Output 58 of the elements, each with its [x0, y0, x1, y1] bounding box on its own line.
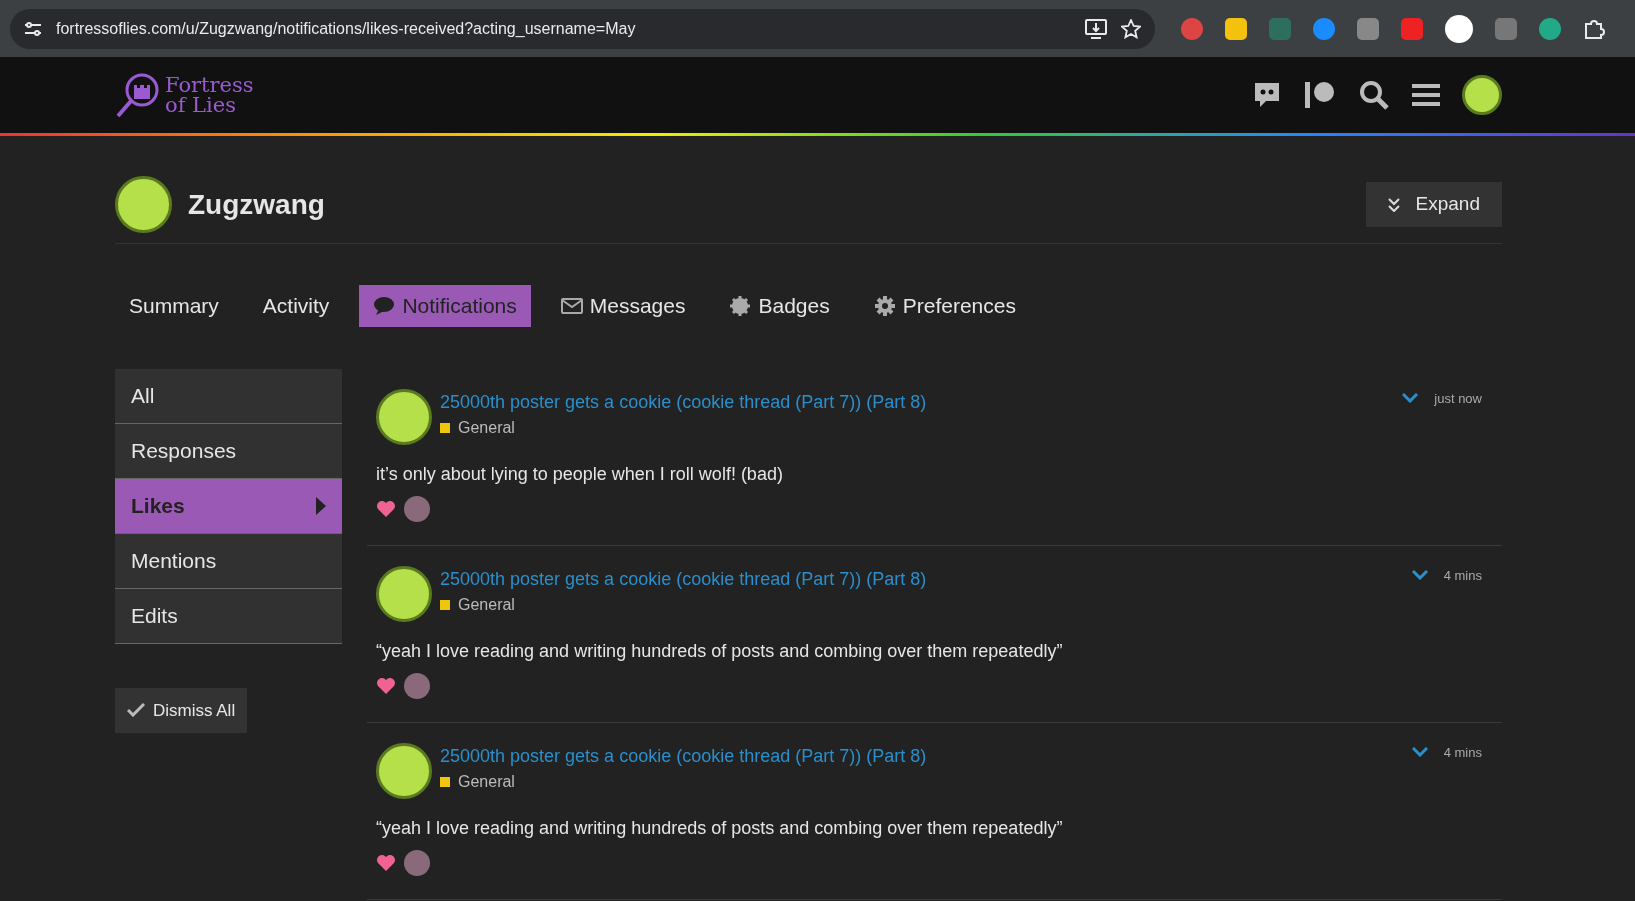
- install-icon[interactable]: [1085, 18, 1107, 39]
- sidebar-item[interactable]: Mentions: [115, 533, 342, 589]
- chevron-down-icon[interactable]: [1402, 393, 1419, 404]
- magnifier-castle-icon: [115, 71, 161, 119]
- envelope-icon: [560, 297, 583, 314]
- liker-avatar[interactable]: [404, 495, 430, 522]
- dismiss-all-button[interactable]: Dismiss All: [115, 687, 248, 733]
- post-time: just now: [1434, 389, 1482, 408]
- post-time: 4 mins: [1443, 743, 1482, 762]
- chevron-down-icon[interactable]: [1411, 747, 1428, 758]
- double-chevron-icon: [1387, 197, 1400, 212]
- site-settings-icon[interactable]: [24, 20, 42, 37]
- post-excerpt: “yeah I love reading and writing hundreds of posts and combing over them repeatedly”: [376, 816, 1064, 840]
- tab[interactable]: Messages: [546, 285, 700, 327]
- topic-link[interactable]: 25000th poster gets a cookie (cookie thread (Part 7)) (Part 8): [440, 388, 1395, 416]
- tab[interactable]: Badges: [715, 285, 844, 327]
- topic-link[interactable]: 25000th poster gets a cookie (cookie thread (Part 7)) (Part 8): [440, 742, 1404, 770]
- address-bar[interactable]: fortressoflies.com/u/Zugzwang/notifications/likes-received?acting_username=May: [10, 8, 1155, 49]
- logo-text: Fortress: [165, 75, 254, 95]
- post-time: 4 mins: [1443, 566, 1482, 585]
- heart-icon: [376, 676, 396, 695]
- chevron-down-icon[interactable]: [1411, 570, 1428, 581]
- topic-link[interactable]: 25000th poster gets a cookie (cookie thread (Part 7)) (Part 8): [440, 565, 1404, 593]
- url-text: fortressoflies.com/u/Zugzwang/notifications/likes-received?acting_username=May: [56, 18, 637, 39]
- sidebar-item[interactable]: All: [115, 368, 342, 424]
- tab[interactable]: Summary: [115, 285, 233, 327]
- caret-icon: [316, 496, 326, 515]
- username: Zugzwang: [188, 187, 325, 222]
- star-icon[interactable]: [1121, 18, 1141, 39]
- search-icon[interactable]: [1358, 79, 1390, 111]
- category-name[interactable]: General: [458, 592, 515, 617]
- category-name[interactable]: General: [458, 415, 515, 440]
- user-avatar[interactable]: [1462, 75, 1502, 115]
- post-excerpt: it’s only about lying to people when I roll wolf! (bad): [376, 462, 784, 486]
- heart-icon: [376, 853, 396, 872]
- chat-bubble-icon[interactable]: [1252, 80, 1282, 110]
- speech-bubble-icon: [373, 295, 396, 316]
- tab[interactable]: Preferences: [859, 285, 1030, 327]
- logo-text: of Lies: [165, 95, 237, 115]
- sidebar-item[interactable]: Responses: [115, 423, 342, 479]
- heart-icon: [376, 499, 396, 518]
- extension-icon[interactable]: [1445, 14, 1473, 43]
- menu-icon[interactable]: [1412, 83, 1440, 107]
- liker-avatar[interactable]: [404, 849, 430, 876]
- check-icon: [127, 703, 145, 718]
- category-name[interactable]: General: [458, 769, 515, 794]
- badge-icon: [729, 294, 752, 317]
- extension-icon[interactable]: [1225, 17, 1247, 40]
- tab[interactable]: Activity: [248, 285, 344, 327]
- user-avatar[interactable]: [376, 388, 432, 445]
- user-avatar: [115, 176, 172, 233]
- gear-icon: [873, 294, 896, 317]
- sidebar-item[interactable]: Edits: [115, 588, 342, 644]
- liker-avatar[interactable]: [404, 672, 430, 699]
- post-excerpt: “yeah I love reading and writing hundreds of posts and combing over them repeatedly”: [376, 639, 1064, 663]
- user-avatar[interactable]: [376, 565, 432, 622]
- expand-button[interactable]: Expand: [1365, 182, 1502, 227]
- puzzle-icon[interactable]: [1583, 17, 1605, 40]
